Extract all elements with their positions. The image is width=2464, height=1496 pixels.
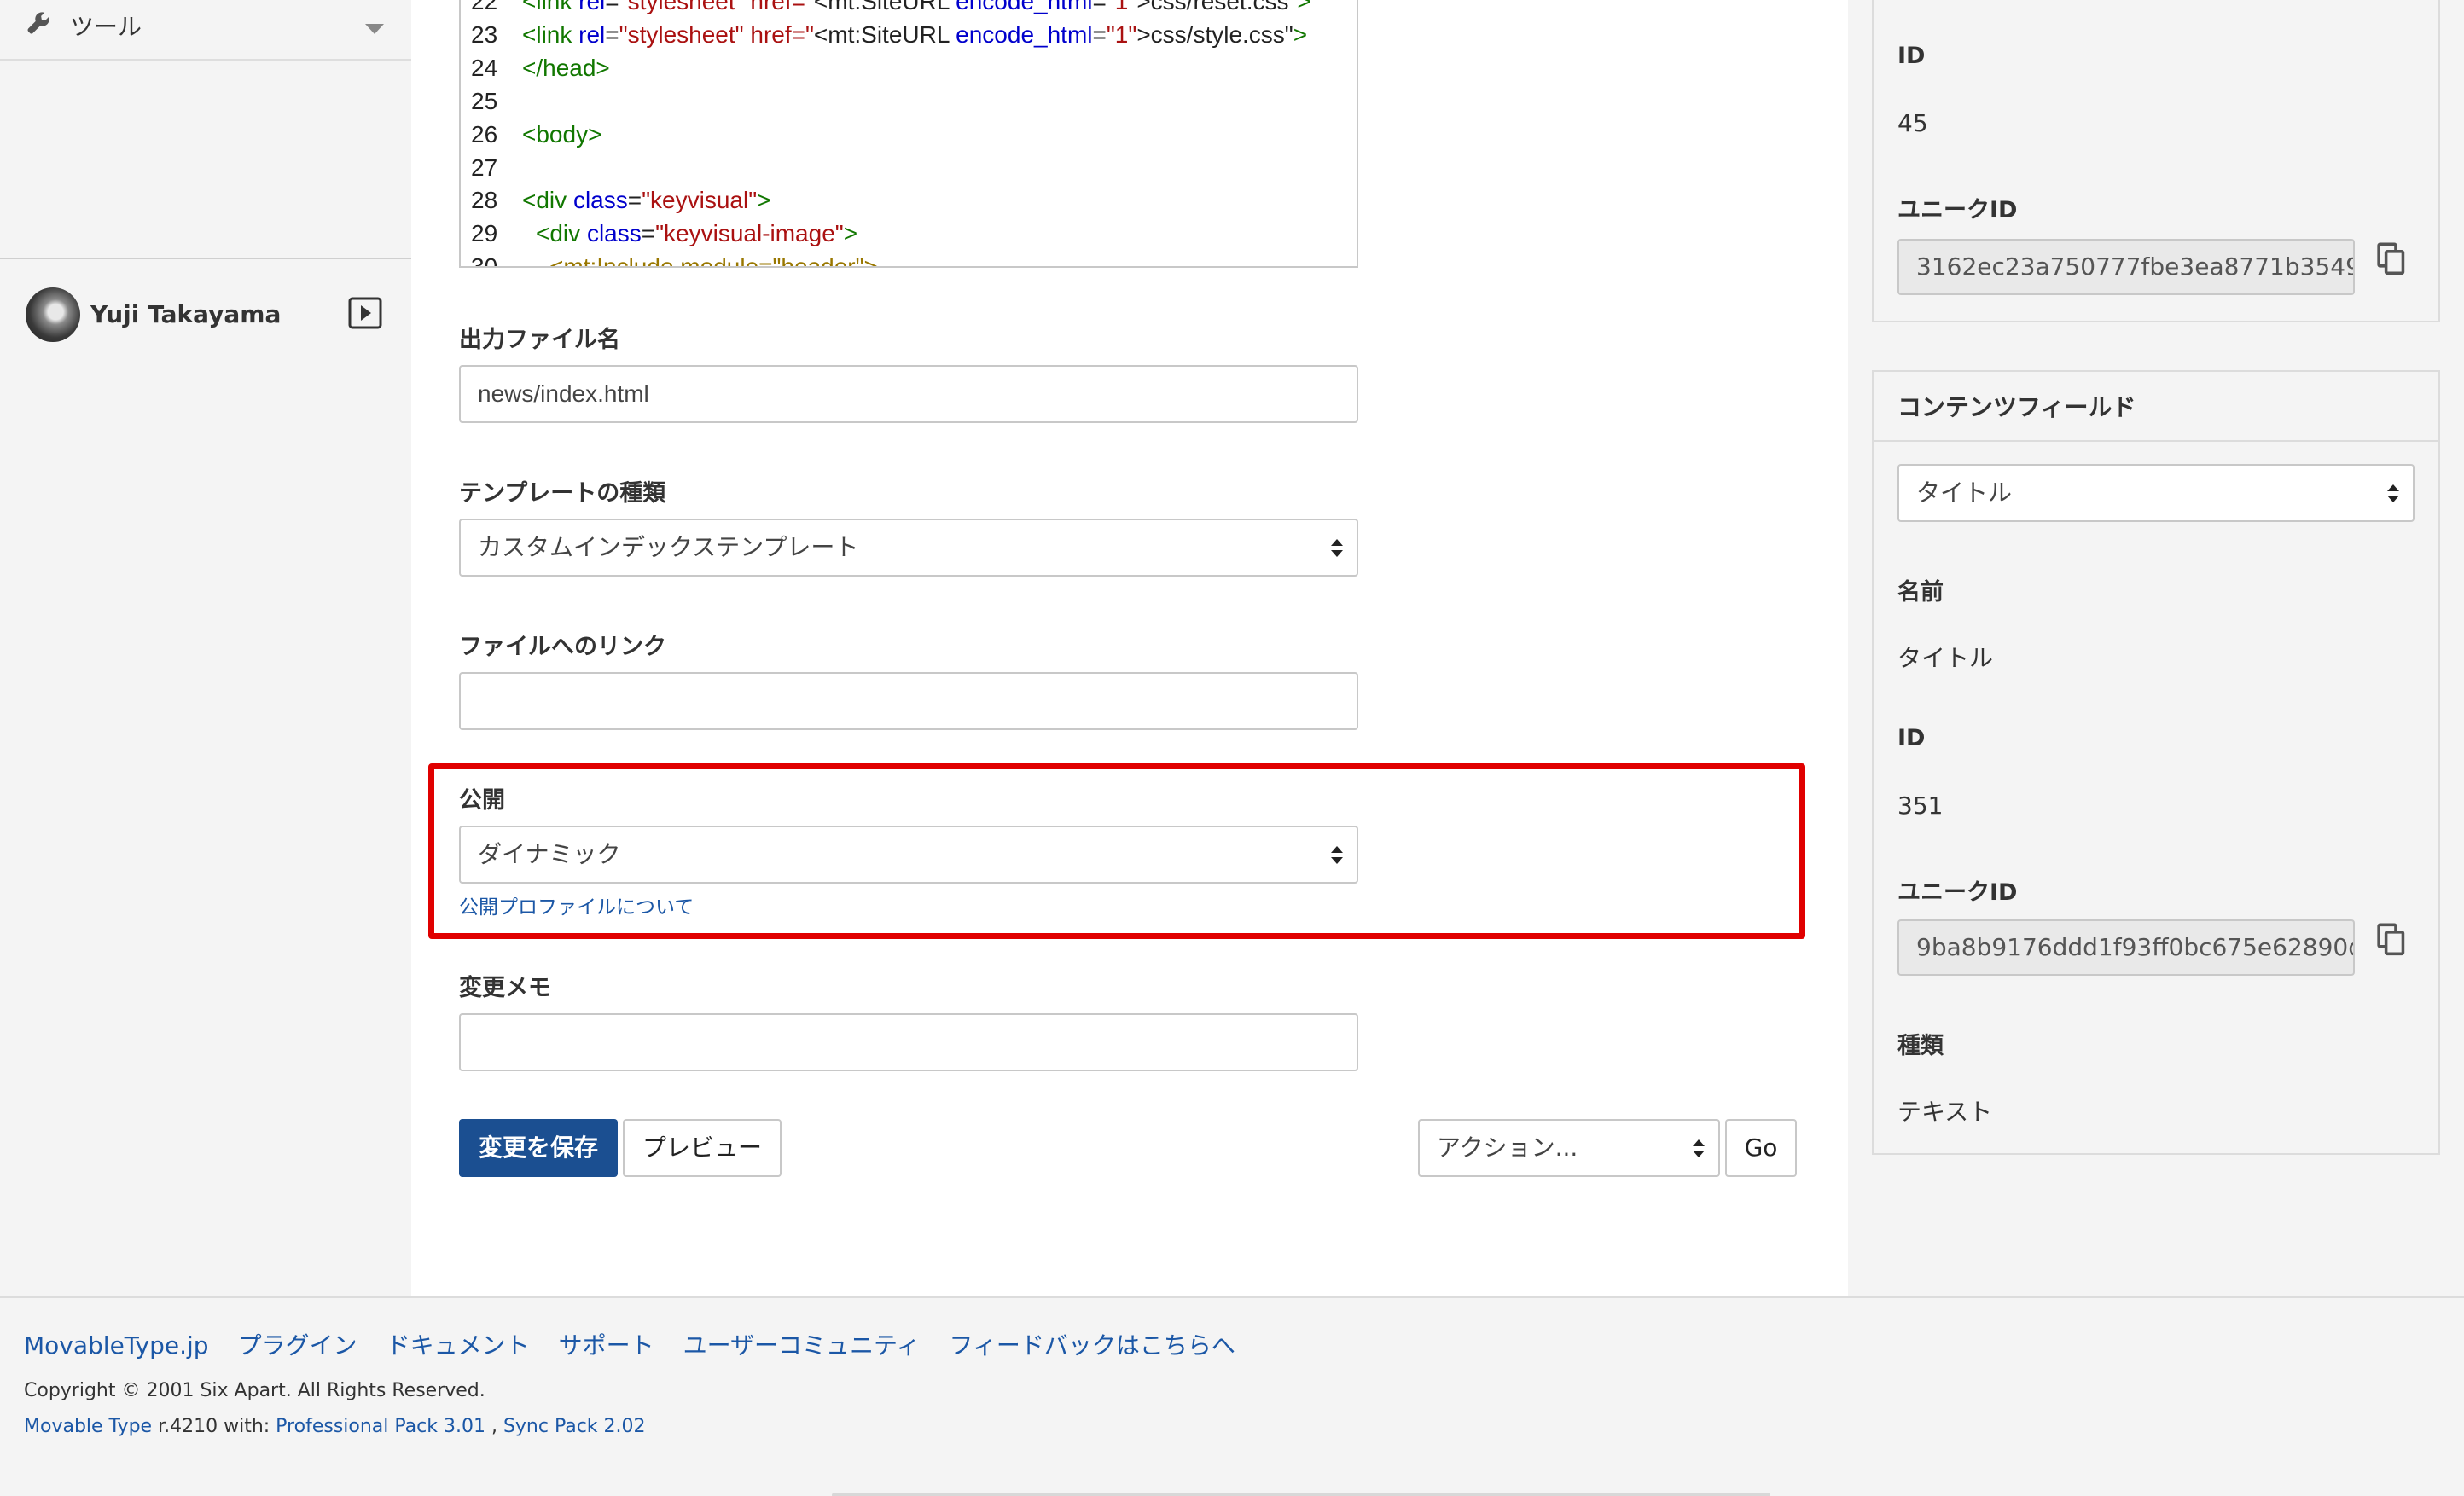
main-content: 22 <link rel="stylesheet" href="<mt:SiteU…: [411, 0, 1848, 1296]
template-code-editor[interactable]: 22 <link rel="stylesheet" href="<mt:SiteU…: [459, 0, 1358, 268]
publish-value: ダイナミック: [478, 840, 621, 868]
action-select[interactable]: アクション...: [1418, 1119, 1720, 1177]
type-label: 種類: [1897, 1033, 1944, 1059]
separator: ,: [485, 1416, 503, 1437]
action-select-value: アクション...: [1437, 1134, 1578, 1162]
line-number: 24: [471, 54, 498, 81]
code-text: <mt:Include module="header">: [549, 253, 878, 268]
line-number: 23: [471, 20, 498, 48]
select-arrows-icon: [1693, 1139, 1705, 1158]
field-unique-id-field[interactable]: 9ba8b9176ddd1f93ff0bc675e62890d: [1897, 919, 2355, 976]
select-arrows-icon: [2387, 484, 2399, 503]
template-info-panel: ID 45 ユニークID 3162ec23a750777fbe3ea8771b3…: [1872, 0, 2440, 322]
code-text: <link rel="stylesheet" href="<mt:SiteURL…: [522, 0, 1311, 14]
footer-links: MovableType.jp プラグイン ドキュメント サポート ユーザーコミュニティフ…: [24, 1327, 1264, 1361]
name-value: タイトル: [1897, 644, 1994, 672]
line-number: 28: [471, 187, 498, 214]
copy-icon[interactable]: [2377, 923, 2406, 957]
publish-profile-help-link[interactable]: 公開プロファイルについて: [459, 890, 694, 919]
template-type-label: テンプレートの種類: [459, 480, 666, 507]
footer-link[interactable]: ドキュメント: [386, 1331, 530, 1360]
sidebar: ツール Yuji Takayama: [0, 0, 411, 1296]
save-button[interactable]: 変更を保存: [459, 1119, 618, 1177]
output-file-label: 出力ファイル名: [459, 327, 620, 353]
scroll-indicator: [832, 1493, 1770, 1496]
divider: [1874, 440, 2438, 442]
code-text: <body>: [522, 120, 602, 148]
field-id-value: 351: [1897, 791, 1944, 820]
field-unique-id-label: ユニークID: [1897, 879, 2018, 906]
product-link[interactable]: Movable Type: [24, 1416, 152, 1437]
change-memo-label: 変更メモ: [459, 975, 551, 1001]
id-value: 45: [1897, 109, 1928, 137]
line-number: 29: [471, 220, 498, 247]
template-type-select[interactable]: カスタムインデックステンプレート: [459, 519, 1358, 577]
code-text: </head>: [522, 54, 610, 81]
footer-link[interactable]: フィードバックはこちらへ: [949, 1331, 1235, 1360]
sidebar-item-label: ツール: [70, 13, 142, 41]
line-number: 22: [471, 0, 498, 14]
code-text: <link rel="stylesheet" href="<mt:SiteURL…: [522, 20, 1308, 48]
file-link-label: ファイルへのリンク: [459, 634, 666, 660]
unique-id-label: ユニークID: [1897, 197, 2018, 223]
pack-link-professional[interactable]: Professional Pack 3.01: [276, 1416, 485, 1437]
footer-link[interactable]: プラグイン: [238, 1331, 357, 1360]
field-id-label: ID: [1897, 725, 1926, 751]
content-field-title: コンテンツフィールド: [1897, 393, 2136, 421]
line-number: 26: [471, 120, 498, 148]
id-label: ID: [1897, 43, 1926, 69]
version-info: Movable Type r.4210 with: Professional P…: [24, 1416, 646, 1437]
go-button[interactable]: Go: [1725, 1119, 1797, 1177]
change-memo-input[interactable]: [459, 1013, 1358, 1071]
version-text: r.4210 with:: [152, 1416, 276, 1437]
code-text: <div class="keyvisual-image">: [536, 220, 858, 247]
select-arrows-icon: [1331, 846, 1343, 865]
unique-id-field[interactable]: 3162ec23a750777fbe3ea8771b3549e: [1897, 239, 2355, 295]
content-field-select[interactable]: タイトル: [1897, 464, 2415, 522]
output-file-input[interactable]: news/index.html: [459, 365, 1358, 423]
copy-icon[interactable]: [2377, 242, 2406, 276]
code-text: <div class="keyvisual">: [522, 187, 771, 214]
name-label: 名前: [1897, 579, 1944, 606]
footer: MovableType.jp プラグイン ドキュメント サポート ユーザーコミュニティフ…: [0, 1296, 2464, 1496]
sidebar-item-tools[interactable]: ツール: [0, 0, 411, 61]
wrench-icon: [27, 12, 49, 34]
file-link-input[interactable]: [459, 672, 1358, 730]
type-value: テキスト: [1897, 1098, 1993, 1126]
user-menu: Yuji Takayama: [0, 258, 411, 368]
user-name[interactable]: Yuji Takayama: [90, 300, 281, 328]
copyright: Copyright © 2001 Six Apart. All Rights R…: [24, 1380, 485, 1401]
right-sidebar: ID 45 ユニークID 3162ec23a750777fbe3ea8771b3…: [1848, 0, 2464, 1296]
select-arrows-icon: [1331, 539, 1343, 558]
content-field-select-value: タイトル: [1916, 478, 2013, 507]
preview-button[interactable]: プレビュー: [623, 1119, 782, 1177]
footer-link[interactable]: MovableType.jp: [24, 1331, 209, 1360]
footer-link[interactable]: サポート: [559, 1331, 654, 1360]
avatar[interactable]: [26, 287, 80, 342]
footer-link[interactable]: ユーザーコミュニティ: [683, 1331, 921, 1360]
publish-label: 公開: [459, 787, 505, 814]
publish-select[interactable]: ダイナミック: [459, 826, 1358, 884]
line-number: 27: [471, 154, 498, 181]
line-number: 25: [471, 87, 498, 114]
line-number: 30: [471, 253, 498, 268]
sidebar-toggle-icon[interactable]: [348, 297, 382, 329]
pack-link-sync[interactable]: Sync Pack 2.02: [503, 1416, 646, 1437]
chevron-down-icon[interactable]: [365, 24, 384, 34]
content-field-panel: コンテンツフィールド タイトル 名前 タイトル ID 351 ユニークID 9b…: [1872, 370, 2440, 1155]
template-type-value: カスタムインデックステンプレート: [478, 533, 859, 561]
